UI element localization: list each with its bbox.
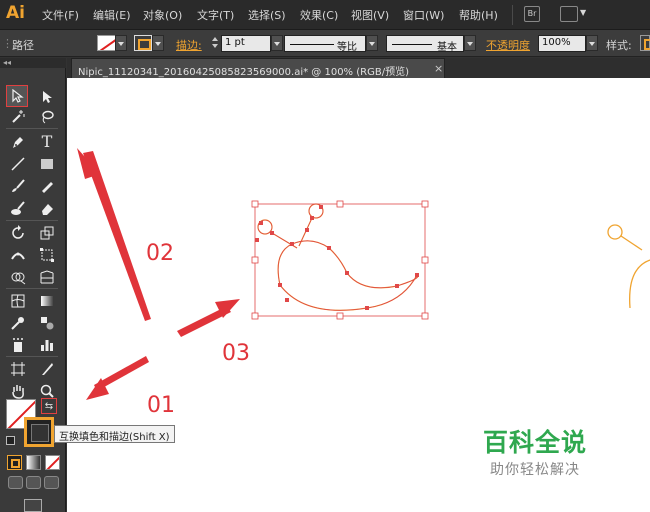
menu-select[interactable]: 选择(S) <box>248 7 286 23</box>
toolbox-divider <box>6 356 58 357</box>
menu-object[interactable]: 对象(O) <box>143 7 182 23</box>
watermark-title: 百科全说 <box>483 428 588 457</box>
graphic-style-swatch[interactable] <box>640 35 650 51</box>
selection-type-label: 路径 <box>12 39 34 52</box>
fill-dropdown-arrow[interactable] <box>115 35 127 51</box>
profile-label: 等比 <box>337 42 357 53</box>
eyedropper-tool-icon[interactable] <box>7 312 29 334</box>
toolbox-divider <box>6 128 58 129</box>
document-title: Nipic_11120341_20160425085823569000.ai* … <box>78 67 409 78</box>
stroke-weight-spinner[interactable] <box>211 35 219 51</box>
eraser-tool-icon[interactable] <box>36 197 58 219</box>
menu-divider <box>512 5 513 25</box>
draw-normal-icon[interactable] <box>8 476 23 489</box>
stroke-weight-dropdown[interactable] <box>271 35 283 51</box>
bridge-icon[interactable]: Br <box>524 6 540 22</box>
type-tool-icon[interactable]: T <box>36 130 58 152</box>
perspective-grid-tool-icon[interactable] <box>36 266 58 288</box>
opacity-dropdown[interactable] <box>586 35 598 51</box>
stroke-panel-link[interactable]: 描边: <box>176 37 202 53</box>
lasso-tool-icon[interactable] <box>36 106 58 128</box>
toolbox-divider <box>6 288 58 289</box>
direct-selection-tool-icon[interactable] <box>36 86 58 108</box>
screen-mode-icon[interactable] <box>24 499 42 512</box>
menu-effect[interactable]: 效果(C) <box>300 7 338 23</box>
menu-type[interactable]: 文字(T) <box>197 7 234 23</box>
none-mode-button[interactable] <box>45 455 60 470</box>
snail-selected-path[interactable] <box>257 203 419 311</box>
step-label-03: 03 <box>222 341 250 366</box>
opacity-field[interactable]: 100% <box>538 35 586 52</box>
artboard-tool-icon[interactable] <box>7 358 29 380</box>
rectangle-tool-icon[interactable] <box>36 153 58 175</box>
control-bar: ⋮ 路径 描边: 1 pt 等比 基本 不透明度 100% 样式: <box>0 30 650 57</box>
close-icon[interactable]: × <box>434 62 443 75</box>
blob-brush-tool-icon[interactable] <box>7 197 29 219</box>
toolbox-panel: ◂◂ T ⇆ <box>0 58 66 512</box>
scale-tool-icon[interactable] <box>36 222 58 244</box>
gradient-tool-icon[interactable] <box>36 290 58 312</box>
brush-label: 基本 <box>437 42 457 53</box>
free-transform-tool-icon[interactable] <box>36 244 58 266</box>
toolbox-divider <box>6 220 58 221</box>
stroke-color-box[interactable] <box>24 417 54 447</box>
brush-definition[interactable]: 基本 <box>386 35 464 53</box>
mesh-tool-icon[interactable] <box>7 290 29 312</box>
app-logo: Ai <box>6 3 25 23</box>
gradient-mode-button[interactable] <box>26 455 41 470</box>
paintbrush-tool-icon[interactable] <box>7 175 29 197</box>
slice-tool-icon[interactable] <box>36 358 58 380</box>
symbol-sprayer-tool-icon[interactable] <box>7 334 29 356</box>
profile-line-preview <box>290 44 334 45</box>
stroke-color-swatch[interactable] <box>134 35 152 51</box>
brush-dropdown[interactable] <box>464 35 476 51</box>
brush-line-preview <box>392 44 432 45</box>
menu-edit[interactable]: 编辑(E) <box>93 7 131 23</box>
blend-tool-icon[interactable] <box>36 312 58 334</box>
default-fill-stroke-icon[interactable] <box>6 436 15 445</box>
variable-width-profile[interactable]: 等比 <box>284 35 366 53</box>
selection-tool-icon[interactable] <box>6 85 28 107</box>
pencil-tool-icon[interactable] <box>36 175 58 197</box>
swap-fill-stroke-tooltip: 互换填色和描边(Shift X) <box>54 425 175 443</box>
column-graph-tool-icon[interactable] <box>36 334 58 356</box>
step-label-01: 01 <box>147 393 175 418</box>
draw-behind-icon[interactable] <box>26 476 41 489</box>
rotate-tool-icon[interactable] <box>7 222 29 244</box>
opacity-panel-link[interactable]: 不透明度 <box>486 37 530 53</box>
menu-bar: Ai 文件(F) 编辑(E) 对象(O) 文字(T) 选择(S) 效果(C) 视… <box>0 0 650 30</box>
arrange-documents-icon[interactable] <box>560 6 578 22</box>
menu-file[interactable]: 文件(F) <box>42 7 79 23</box>
chevron-down-icon[interactable]: ▼ <box>580 8 586 17</box>
annotation-arrows <box>77 148 240 400</box>
watermark-subtitle: 助你轻松解决 <box>490 462 580 478</box>
stroke-dropdown-arrow[interactable] <box>152 35 164 51</box>
document-tab-bar: Nipic_11120341_20160425085823569000.ai* … <box>67 58 650 78</box>
profile-dropdown[interactable] <box>366 35 378 51</box>
step-label-02: 02 <box>146 241 174 266</box>
menu-window[interactable]: 窗口(W) <box>403 7 444 23</box>
snail-copy-partial[interactable] <box>607 224 650 309</box>
style-label: 样式: <box>606 39 632 52</box>
menu-view[interactable]: 视图(V) <box>351 7 389 23</box>
swap-fill-stroke-icon[interactable]: ⇆ <box>41 398 57 414</box>
shape-builder-tool-icon[interactable] <box>7 266 29 288</box>
document-tab[interactable]: Nipic_11120341_20160425085823569000.ai* … <box>71 58 445 78</box>
toolbox-collapse[interactable]: ◂◂ <box>0 58 66 68</box>
stroke-weight-field[interactable]: 1 pt <box>221 35 271 52</box>
color-mode-button[interactable] <box>7 455 22 470</box>
line-segment-tool-icon[interactable] <box>7 153 29 175</box>
pen-tool-icon[interactable] <box>7 131 29 153</box>
magic-wand-tool-icon[interactable] <box>7 106 29 128</box>
width-tool-icon[interactable] <box>7 244 29 266</box>
draw-inside-icon[interactable] <box>44 476 59 489</box>
menu-help[interactable]: 帮助(H) <box>459 7 498 23</box>
